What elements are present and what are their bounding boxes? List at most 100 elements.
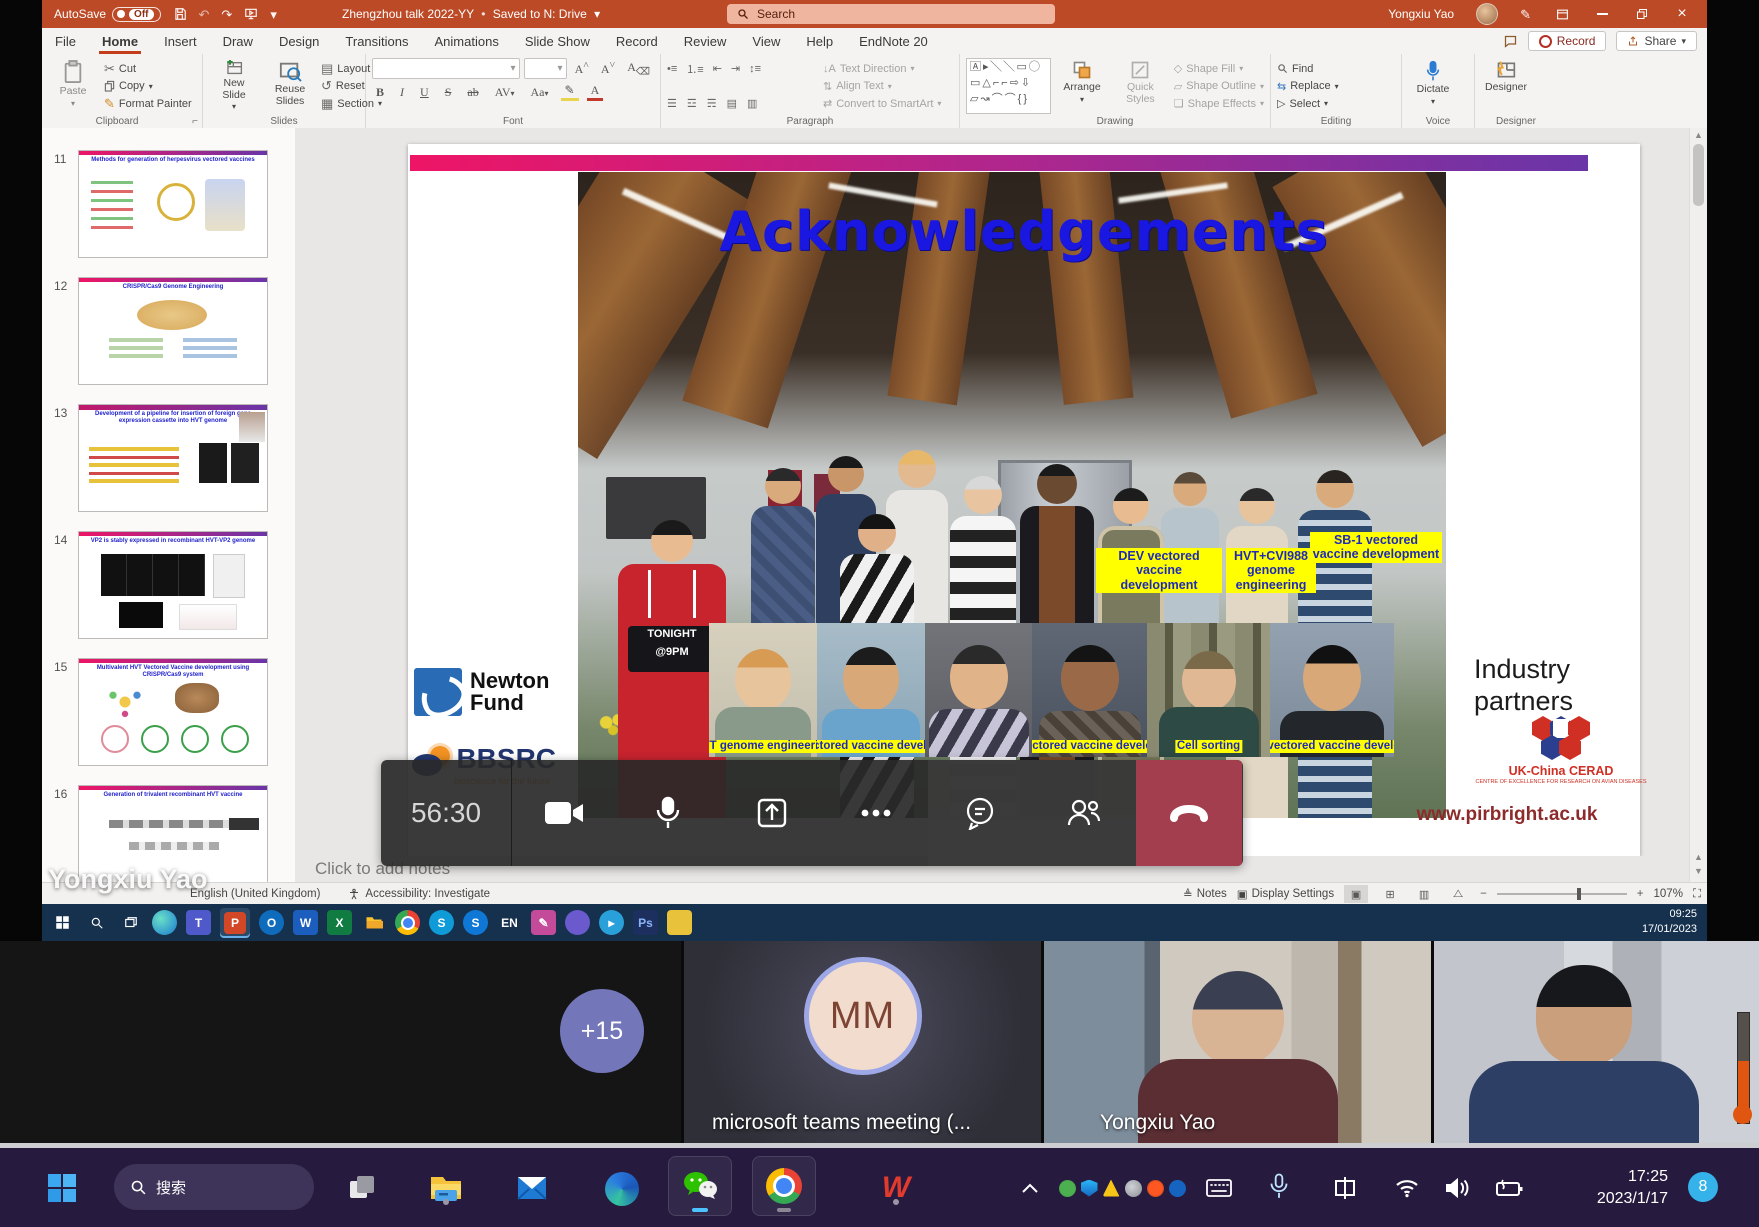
font-size-combo[interactable]: ▾ xyxy=(524,58,567,79)
notification-badge[interactable]: 8 xyxy=(1688,1172,1718,1202)
touch-keyboard-icon[interactable] xyxy=(1204,1174,1234,1202)
video-tile-participant-2[interactable] xyxy=(1434,941,1759,1143)
video-tile-meeting[interactable]: MM microsoft teams meeting (... xyxy=(684,941,1041,1143)
user-name[interactable]: Yongxiu Yao xyxy=(1388,7,1454,21)
wifi-icon[interactable] xyxy=(1392,1174,1422,1202)
video-tile-overflow[interactable]: +15 xyxy=(0,941,681,1143)
cast-display-icon[interactable] xyxy=(1330,1174,1360,1202)
shapes-gallery[interactable]: 🄰▸╲╲▭◯ ▭△⌐⌐⇨⇩ ▱↝⌒⌒{} xyxy=(966,58,1051,114)
tray-microphone-icon[interactable] xyxy=(1266,1170,1292,1204)
chrome-button[interactable] xyxy=(752,1156,816,1216)
inner-word-icon[interactable]: W xyxy=(293,910,318,935)
tab-transitions[interactable]: Transitions xyxy=(332,28,421,54)
tab-draw[interactable]: Draw xyxy=(210,28,266,54)
slideshow-view-button[interactable]: ⧍ xyxy=(1446,885,1470,903)
quick-styles-button[interactable]: Quick Styles xyxy=(1113,58,1168,114)
arrange-button[interactable]: Arrange▾ xyxy=(1057,58,1107,114)
start-button[interactable] xyxy=(44,1170,80,1206)
participants-button[interactable] xyxy=(1032,760,1136,866)
slide-sorter-view-button[interactable]: ⊞ xyxy=(1378,885,1402,903)
inner-start-button[interactable] xyxy=(50,910,75,935)
close-button[interactable]: × xyxy=(1673,5,1691,23)
notes-toggle[interactable]: ≜Notes xyxy=(1183,887,1227,901)
pen-icon[interactable]: ✎ xyxy=(1520,8,1531,21)
inner-telegram-icon[interactable]: ▸ xyxy=(599,910,624,935)
tray-update-icon[interactable] xyxy=(1169,1180,1186,1197)
highlight-color-button[interactable]: ✎ xyxy=(561,83,579,101)
zoom-out-button[interactable]: − xyxy=(1480,888,1487,900)
thumbnail-slide-12[interactable]: 12 CRISPR/Cas9 Genome Engineering xyxy=(42,277,295,397)
ribbon-display-options-icon[interactable] xyxy=(1553,5,1571,23)
more-actions-button[interactable] xyxy=(824,760,928,866)
tray-shield-icon[interactable] xyxy=(1081,1180,1098,1197)
language-status[interactable]: English (United Kingdom) xyxy=(190,888,320,900)
replace-button[interactable]: ⇆Replace ▾ xyxy=(1277,78,1339,95)
font-name-combo[interactable]: ▾ xyxy=(372,58,520,79)
change-case-button[interactable]: Aa▾ xyxy=(527,85,553,100)
tray-antivirus-icon[interactable] xyxy=(1059,1180,1076,1197)
website-link[interactable]: www.pirbright.ac.uk xyxy=(1376,804,1638,826)
chat-button[interactable] xyxy=(928,760,1032,866)
zoom-slider-thumb[interactable] xyxy=(1577,888,1581,900)
inner-language-indicator[interactable]: EN xyxy=(497,910,522,935)
inner-clock[interactable]: 09:25 17/01/2023 xyxy=(1642,907,1697,937)
tray-app-icon[interactable] xyxy=(1147,1180,1164,1197)
numbering-icon[interactable]: ⒈≡ xyxy=(686,61,703,77)
justify-icon[interactable]: ▤ xyxy=(727,97,737,110)
dialog-launcher-icon[interactable]: ⌐ xyxy=(192,116,198,127)
edge-button[interactable] xyxy=(602,1170,642,1208)
tab-animations[interactable]: Animations xyxy=(422,28,512,54)
file-explorer-button[interactable] xyxy=(426,1168,466,1208)
microphone-button[interactable] xyxy=(616,760,720,866)
present-icon[interactable] xyxy=(244,7,258,21)
tab-view[interactable]: View xyxy=(739,28,793,54)
taskbar-clock[interactable]: 17:25 2023/1/17 xyxy=(1556,1166,1668,1209)
copy-button[interactable]: Copy ▾ xyxy=(104,78,192,95)
cut-button[interactable]: ✂Cut xyxy=(104,60,192,77)
tab-help[interactable]: Help xyxy=(793,28,846,54)
character-spacing-button[interactable]: AV▾ xyxy=(491,85,519,100)
tray-warning-icon[interactable] xyxy=(1103,1180,1120,1197)
volume-icon[interactable] xyxy=(1442,1174,1474,1202)
volume-slider-knob[interactable] xyxy=(1733,1105,1752,1124)
camera-button[interactable] xyxy=(512,760,616,866)
text-direction-button[interactable]: ↓AText Direction ▾ xyxy=(823,60,941,77)
wechat-button[interactable] xyxy=(668,1156,732,1216)
designer-button[interactable]: Designer xyxy=(1481,58,1531,114)
align-center-icon[interactable]: ☲ xyxy=(687,97,697,110)
inner-excel-icon[interactable]: X xyxy=(327,910,352,935)
inner-powerpoint-icon[interactable]: P xyxy=(220,908,250,938)
display-settings-button[interactable]: ▣Display Settings xyxy=(1237,887,1334,901)
subscript-button[interactable]: ab xyxy=(463,85,482,100)
paste-button[interactable]: Paste▾ xyxy=(48,58,98,114)
redo-icon[interactable]: ↷ xyxy=(221,8,232,21)
title-chevron-icon[interactable]: ▾ xyxy=(590,7,600,21)
zoom-in-button[interactable]: + xyxy=(1637,888,1644,900)
tab-review[interactable]: Review xyxy=(671,28,740,54)
shape-effects-button[interactable]: ❏Shape Effects ▾ xyxy=(1174,95,1264,112)
clear-formatting-button[interactable]: A⌫ xyxy=(623,60,654,77)
smartart-button[interactable]: ⇄Convert to SmartArt ▾ xyxy=(823,95,941,112)
bullets-icon[interactable]: •≡ xyxy=(667,63,677,75)
increase-indent-icon[interactable]: ⇥ xyxy=(731,62,740,75)
underline-button[interactable]: U xyxy=(416,85,433,100)
task-view-button[interactable] xyxy=(344,1170,380,1206)
fit-slide-icon[interactable]: ⛶ xyxy=(1693,888,1701,901)
line-spacing-icon[interactable]: ↕≡ xyxy=(749,63,761,75)
mail-button[interactable] xyxy=(512,1170,552,1206)
tray-icon-cluster[interactable] xyxy=(1052,1160,1192,1216)
thumbnail-slide-11[interactable]: 11 Methods for generation of herpesvirus… xyxy=(42,150,295,270)
minimize-button[interactable] xyxy=(1593,5,1611,23)
quick-access-chevron-icon[interactable]: ▾ xyxy=(270,8,277,21)
inner-pen-app-icon[interactable]: ✎ xyxy=(531,910,556,935)
tab-record[interactable]: Record xyxy=(603,28,671,54)
zoom-slider[interactable] xyxy=(1497,893,1627,895)
normal-view-button[interactable]: ▣ xyxy=(1344,885,1368,903)
tab-design[interactable]: Design xyxy=(266,28,332,54)
save-icon[interactable] xyxy=(173,7,187,21)
slide-title[interactable]: Acknowledgements xyxy=(408,200,1640,263)
reading-view-button[interactable]: ▥ xyxy=(1412,885,1436,903)
share-screen-button[interactable] xyxy=(720,760,824,866)
scrollbar-thumb[interactable] xyxy=(1693,144,1704,206)
battery-icon[interactable] xyxy=(1492,1174,1528,1202)
